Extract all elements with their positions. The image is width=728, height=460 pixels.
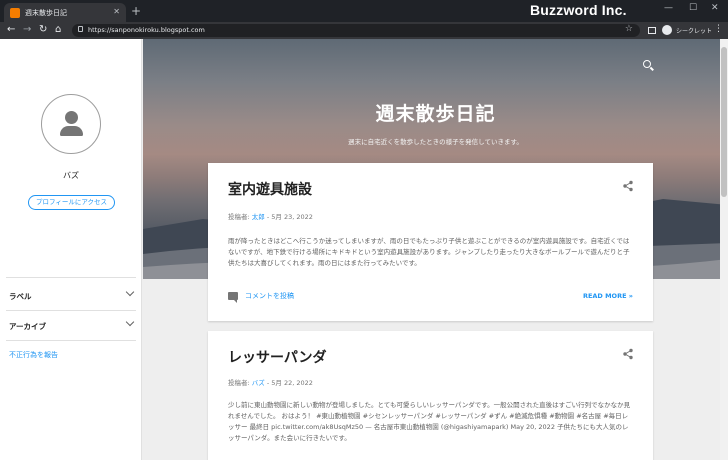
- report-abuse-link[interactable]: 不正行為を報告: [9, 350, 58, 360]
- author-prefix: 投稿者:: [228, 213, 250, 221]
- sidebar-divider: [6, 340, 136, 341]
- blog-title[interactable]: 週末散歩日記: [143, 99, 728, 126]
- author-link[interactable]: 太郎: [252, 213, 265, 221]
- post-date[interactable]: - 5月 23, 2022: [267, 213, 313, 221]
- sidebar-item-label: アーカイブ: [9, 322, 47, 331]
- blog-description: 週末に自宅近くを散歩したときの様子を発信していきます。: [348, 138, 523, 146]
- back-icon[interactable]: ←: [7, 24, 15, 36]
- lock-icon: [78, 26, 83, 32]
- post-card: 室内遊具施設 投稿者: 太郎 - 5月 23, 2022 雨が降ったときはどこへ…: [208, 163, 653, 321]
- post-meta: 投稿者: 太郎 - 5月 23, 2022: [228, 211, 313, 221]
- side-panel-icon[interactable]: [648, 27, 656, 34]
- browser-titlebar: 週末散歩日記 ✕ + Buzzword Inc. — ☐ ✕: [0, 0, 728, 22]
- incognito-label[interactable]: シークレット: [676, 26, 712, 35]
- browser-menu-icon[interactable]: ⋮: [714, 24, 723, 34]
- sidebar-divider: [6, 310, 136, 311]
- share-icon[interactable]: [622, 180, 634, 192]
- new-tab-button[interactable]: +: [131, 4, 141, 18]
- url-text[interactable]: https://sanponokiroku.blogspot.com: [88, 26, 205, 34]
- browser-tab[interactable]: 週末散歩日記 ✕: [4, 3, 126, 22]
- post-snippet: 雨が降ったときはどこへ行こうか迷ってしまいますが、雨の日でもたっぷり子供と遊ぶこ…: [228, 237, 630, 267]
- browser-toolbar: ← → ↻ ⌂ https://sanponokiroku.blogspot.c…: [0, 22, 728, 39]
- page-content: 週末散歩日記 週末に自宅近くを散歩したときの様子を発信していきます。 バズ プロ…: [0, 39, 728, 460]
- comment-link-label[interactable]: コメントを投稿: [245, 291, 294, 301]
- page-scrollbar[interactable]: [720, 39, 728, 460]
- star-icon[interactable]: ☆: [625, 24, 633, 34]
- forward-icon[interactable]: →: [23, 24, 31, 36]
- comment-icon: [228, 292, 238, 303]
- maximize-button[interactable]: ☐: [689, 3, 697, 13]
- post-meta: 投稿者: バズ - 5月 22, 2022: [228, 377, 313, 387]
- incognito-icon[interactable]: [662, 25, 672, 35]
- share-icon[interactable]: [622, 348, 634, 360]
- sidebar-item-labels[interactable]: ラベル: [9, 287, 135, 302]
- author-link[interactable]: バズ: [252, 379, 265, 387]
- post-card: レッサーパンダ 投稿者: バズ - 5月 22, 2022 少し前に東山動物園に…: [208, 331, 653, 460]
- sidebar: バズ プロフィールにアクセス ラベル アーカイブ 不正行為を報告: [0, 39, 142, 460]
- post-title[interactable]: レッサーパンダ: [228, 347, 327, 367]
- home-icon[interactable]: ⌂: [55, 24, 61, 36]
- sidebar-divider: [6, 277, 136, 278]
- read-more-link[interactable]: READ MORE »: [583, 292, 633, 300]
- search-icon[interactable]: [643, 60, 651, 68]
- sidebar-item-label: ラベル: [9, 292, 32, 301]
- post-date[interactable]: - 5月 22, 2022: [267, 379, 313, 387]
- avatar-icon: [41, 94, 101, 154]
- blogger-favicon-icon: [10, 7, 20, 18]
- scrollbar-thumb[interactable]: [721, 47, 727, 197]
- visit-profile-button[interactable]: プロフィールにアクセス: [28, 195, 115, 210]
- author-prefix: 投稿者:: [228, 379, 250, 387]
- chevron-down-icon[interactable]: [125, 317, 135, 327]
- profile-name: バズ: [63, 171, 79, 180]
- sidebar-item-archive[interactable]: アーカイブ: [9, 317, 135, 332]
- brand-watermark: Buzzword Inc.: [530, 2, 627, 18]
- post-title[interactable]: 室内遊具施設: [228, 179, 312, 199]
- address-bar[interactable]: https://sanponokiroku.blogspot.com ☆: [72, 24, 640, 37]
- reload-icon[interactable]: ↻: [39, 24, 47, 36]
- tab-close-icon[interactable]: ✕: [113, 7, 120, 16]
- tab-title: 週末散歩日記: [25, 8, 67, 17]
- chevron-down-icon[interactable]: [125, 287, 135, 297]
- close-window-button[interactable]: ✕: [711, 3, 719, 13]
- minimize-button[interactable]: —: [664, 3, 673, 13]
- post-snippet: 少し前に東山動物園に新しい動物が登場しました。とても可愛らしいレッサーパンダです…: [228, 401, 631, 442]
- post-comment-link[interactable]: コメントを投稿: [228, 291, 294, 303]
